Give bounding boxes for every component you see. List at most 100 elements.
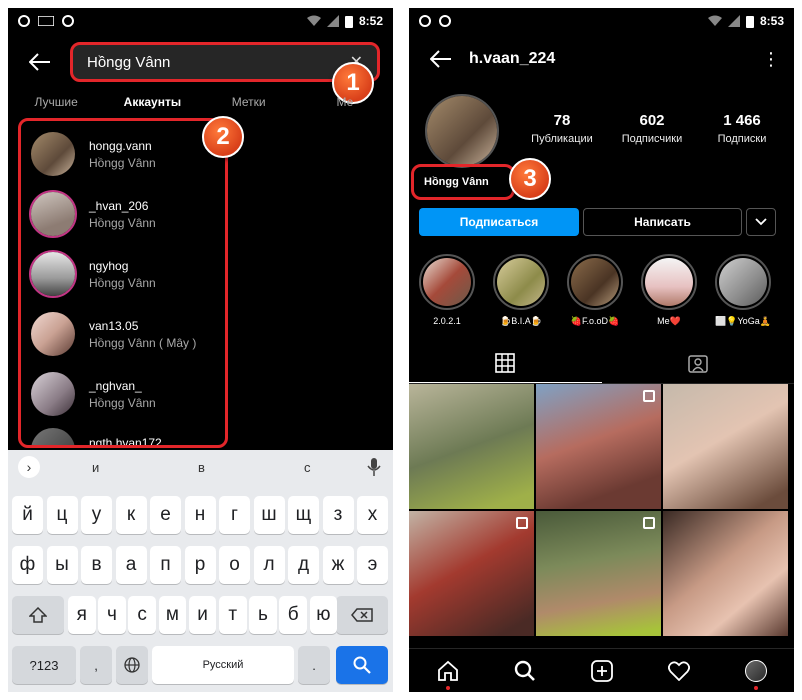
letter-key[interactable]: у: [81, 496, 112, 534]
mic-icon[interactable]: [367, 458, 381, 476]
post-thumbnail[interactable]: [663, 384, 788, 509]
story-highlight[interactable]: 🍺B.I.A🍺: [491, 254, 551, 327]
multi-post-icon: [516, 517, 528, 529]
avatar: [29, 310, 77, 358]
stat-value: 602: [639, 112, 665, 129]
suggestion-1[interactable]: и: [92, 460, 99, 475]
letter-key[interactable]: ц: [46, 496, 78, 534]
letter-key[interactable]: и: [188, 596, 217, 634]
tab-grid[interactable]: [409, 344, 602, 383]
letter-key[interactable]: з: [322, 496, 354, 534]
status-bar: 8:52: [8, 8, 393, 34]
letter-key[interactable]: а: [115, 546, 147, 584]
letter-key[interactable]: т: [219, 596, 247, 634]
letter-key[interactable]: ч: [98, 596, 126, 634]
letter-key[interactable]: э: [357, 546, 388, 584]
letter-key[interactable]: й: [12, 496, 43, 534]
list-item[interactable]: van13.05 Hồngg Vânn ( Mây ): [29, 309, 196, 359]
letter-key[interactable]: с: [128, 596, 156, 634]
letter-key[interactable]: г: [219, 496, 250, 534]
tab-places[interactable]: Ме: [297, 92, 393, 124]
back-button[interactable]: [421, 39, 461, 79]
story-highlight[interactable]: 🍓F.o.oD🍓: [565, 254, 625, 327]
letter-key[interactable]: в: [81, 546, 112, 584]
shift-key[interactable]: [12, 596, 64, 634]
list-item[interactable]: ngth.hvan172: [29, 425, 162, 448]
post-thumbnail[interactable]: [409, 511, 534, 636]
story-highlight[interactable]: Me❤️: [639, 254, 699, 327]
list-item[interactable]: _nghvan_ Hồngg Vânn: [29, 369, 156, 419]
suggestion-3[interactable]: с: [304, 460, 311, 475]
list-item[interactable]: _hvan_206 Hồngg Vânn: [29, 189, 156, 239]
highlight-label: 2.0.2.1: [433, 316, 461, 326]
key-row-4: ?123 , Русский .: [8, 646, 393, 684]
letter-key[interactable]: р: [184, 546, 216, 584]
search-query[interactable]: Hồngg Vânn: [87, 54, 350, 71]
letter-key[interactable]: ы: [46, 546, 78, 584]
comma-key[interactable]: ,: [80, 646, 112, 684]
message-button[interactable]: Написать: [583, 208, 742, 236]
avatar: [29, 190, 77, 238]
nav-profile[interactable]: [743, 658, 769, 690]
nav-new-post[interactable]: [589, 658, 615, 684]
nav-activity[interactable]: [666, 658, 692, 684]
avatar: [29, 370, 77, 418]
list-item[interactable]: ngyhog Hồngg Vânn: [29, 249, 156, 299]
letter-key[interactable]: ф: [12, 546, 43, 584]
letter-key[interactable]: д: [288, 546, 319, 584]
avatar[interactable]: [425, 94, 499, 168]
account-username: ngth.hvan172: [89, 436, 162, 448]
letter-key[interactable]: к: [115, 496, 147, 534]
letter-key[interactable]: ю: [309, 596, 338, 634]
follow-button[interactable]: Подписаться: [419, 208, 579, 236]
chevron-right-icon[interactable]: ›: [18, 456, 40, 478]
space-key[interactable]: Русский: [152, 646, 294, 684]
more-options-icon[interactable]: ⋮: [762, 49, 780, 70]
search-key[interactable]: [336, 646, 388, 684]
notification-dot: [753, 685, 758, 690]
story-highlight[interactable]: 2.0.2.1: [417, 254, 477, 326]
stat-followers[interactable]: 602 Подписчики: [607, 112, 697, 145]
letter-key[interactable]: о: [219, 546, 250, 584]
numbers-key[interactable]: ?123: [12, 646, 76, 684]
nav-search[interactable]: [512, 658, 538, 684]
period-key[interactable]: .: [298, 646, 330, 684]
account-fullname: Hồngg Vânn: [89, 155, 156, 170]
letter-key[interactable]: щ: [288, 496, 319, 534]
globe-key[interactable]: [116, 646, 148, 684]
post-thumbnail[interactable]: [536, 511, 661, 636]
account-fullname: Hồngg Vânn: [89, 395, 156, 410]
stat-posts[interactable]: 78 Публикации: [517, 112, 607, 145]
letter-key[interactable]: ь: [249, 596, 277, 634]
keyboard: › и в с йцукенгшщзх фывапролджэ ячсмитьб…: [8, 450, 393, 692]
tab-tagged[interactable]: [602, 344, 795, 383]
status-bar: 8:53: [409, 8, 794, 34]
back-button[interactable]: [20, 42, 60, 82]
letter-key[interactable]: ж: [322, 546, 354, 584]
letter-key[interactable]: ш: [253, 496, 285, 534]
post-thumbnail[interactable]: [409, 384, 534, 509]
letter-key[interactable]: н: [184, 496, 216, 534]
status-time: 8:53: [759, 14, 784, 28]
suggestion-2[interactable]: в: [198, 460, 205, 475]
list-item[interactable]: hongg.vann Hồngg Vânn: [29, 129, 156, 179]
letter-key[interactable]: п: [150, 546, 181, 584]
post-thumbnail[interactable]: [663, 511, 788, 636]
letter-key[interactable]: х: [357, 496, 388, 534]
letter-key[interactable]: я: [68, 596, 96, 634]
letter-key[interactable]: е: [150, 496, 181, 534]
letter-key[interactable]: л: [253, 546, 285, 584]
nav-home[interactable]: [435, 658, 461, 690]
suggestions-button[interactable]: [746, 208, 776, 236]
backspace-key[interactable]: [336, 596, 388, 634]
search-icon: [514, 660, 535, 681]
stat-following[interactable]: 1 466 Подписки: [697, 112, 787, 145]
key-row-1: йцукенгшщзх: [8, 496, 393, 534]
post-thumbnail[interactable]: [536, 384, 661, 509]
story-highlight[interactable]: ⬜️💡YoGa🧘: [713, 254, 773, 327]
stat-label: Публикации: [531, 133, 593, 145]
letter-key[interactable]: б: [279, 596, 307, 634]
profile-screen: 8:53 h.vaan_224 ⋮ 78 Публикации 602 Подпис…: [409, 8, 794, 692]
letter-key[interactable]: м: [158, 596, 187, 634]
search-icon: [353, 656, 371, 674]
